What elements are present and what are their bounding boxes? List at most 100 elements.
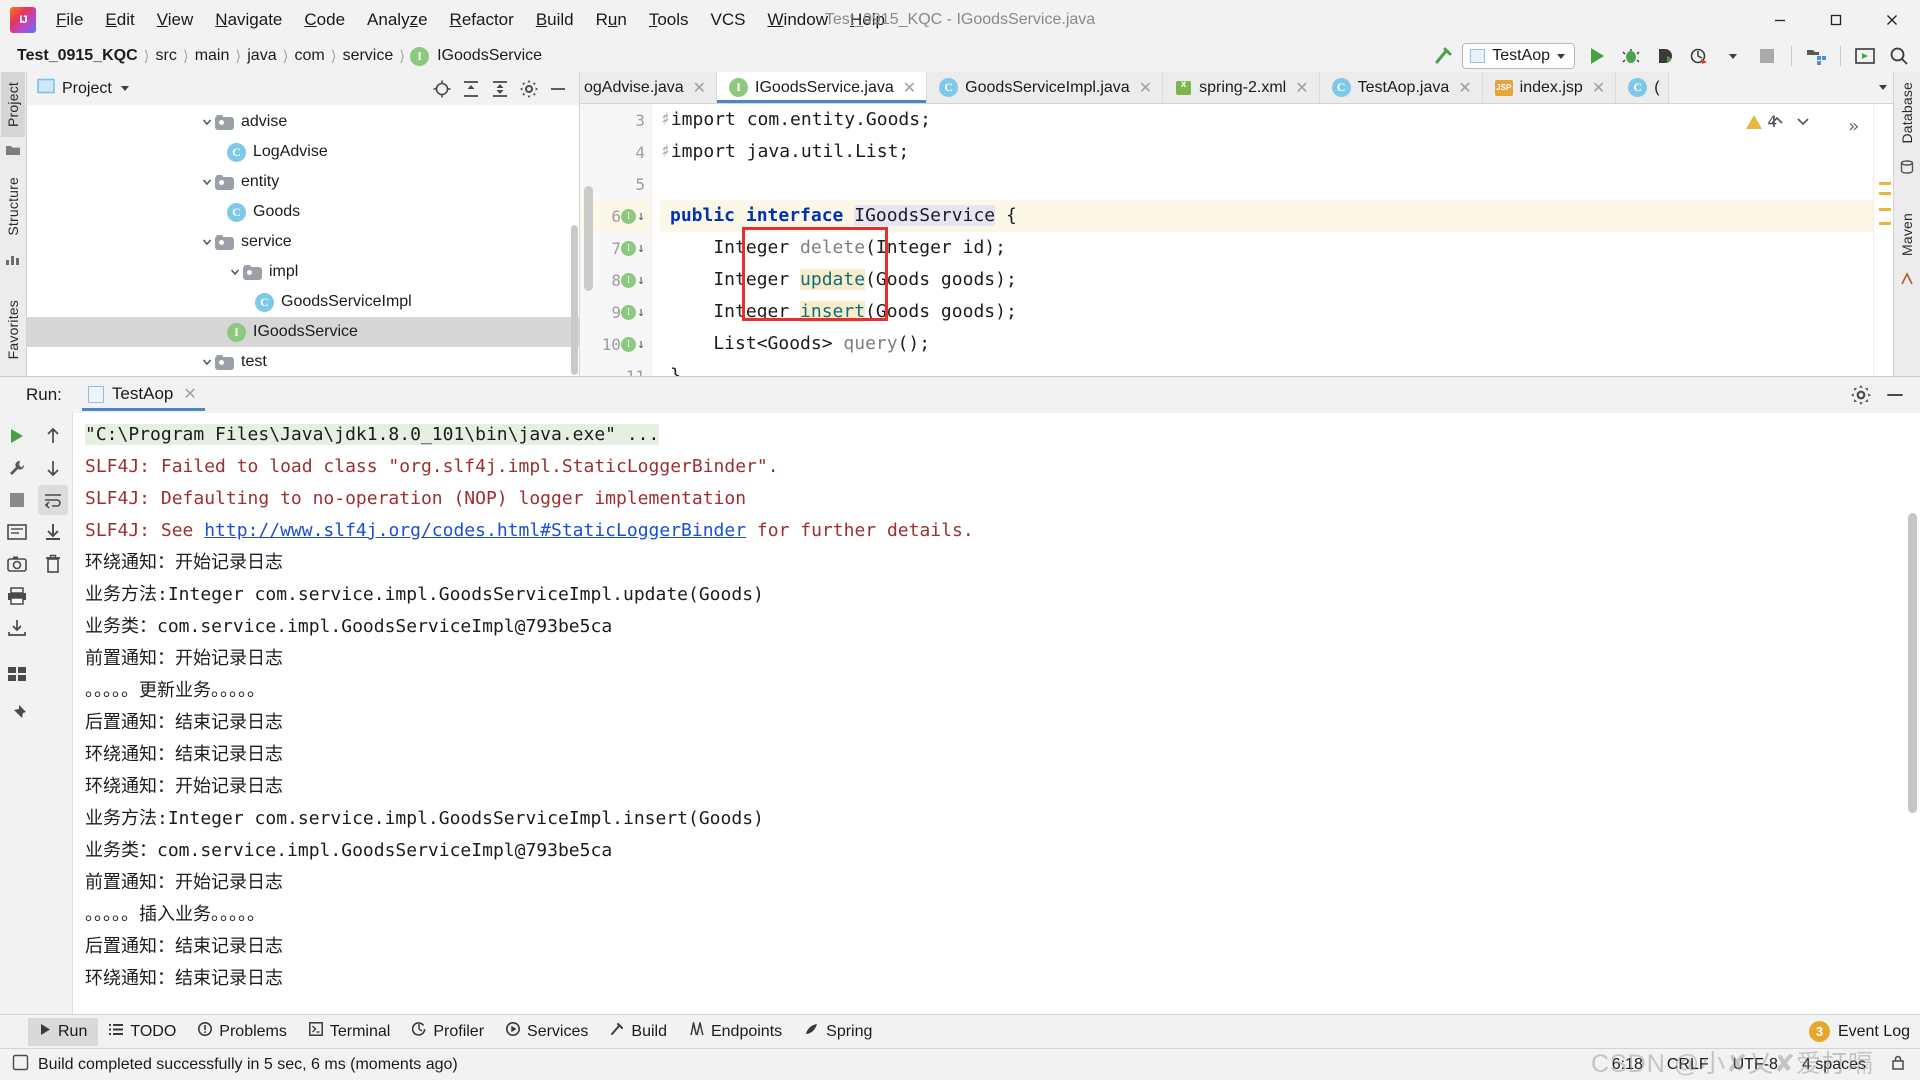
menu-code[interactable]: Code — [293, 6, 356, 34]
project-structure-button[interactable] — [1801, 43, 1831, 69]
console-output[interactable]: "C:\Program Files\Java\jdk1.8.0_101\bin\… — [73, 413, 1920, 1014]
line-separator[interactable]: CRLF — [1667, 1056, 1709, 1074]
chevron-down-icon[interactable] — [199, 234, 215, 250]
close-icon[interactable]: ✕ — [1137, 78, 1154, 98]
breadcrumb-java[interactable]: java — [244, 45, 279, 67]
debug-wrench-button[interactable] — [2, 453, 32, 483]
tab-spring-2-xml[interactable]: spring-2.xml ✕ — [1163, 72, 1320, 103]
warning-stripe-mark[interactable] — [1879, 182, 1891, 185]
tree-item-advise[interactable]: advise — [27, 107, 579, 137]
breadcrumb-service[interactable]: service — [340, 45, 397, 67]
breadcrumb-file[interactable]: IGoodsService — [434, 45, 545, 67]
tree-item-logadvise[interactable]: C LogAdvise — [27, 137, 579, 167]
menu-edit[interactable]: Edit — [94, 6, 145, 34]
tree-item-goodsserviceimpl[interactable]: C GoodsServiceImpl — [27, 287, 579, 317]
sidebar-item-project[interactable]: Project — [1, 72, 25, 137]
menu-run[interactable]: Run — [585, 6, 638, 34]
close-icon[interactable]: ✕ — [1590, 78, 1607, 98]
implemented-marker[interactable]: I ↓ — [621, 240, 645, 256]
menu-navigate[interactable]: Navigate — [204, 6, 293, 34]
tab-igoodsservice[interactable]: I IGoodsService.java ✕ — [717, 72, 928, 103]
tab-goodsserviceimpl[interactable]: C GoodsServiceImpl.java ✕ — [927, 72, 1164, 103]
breadcrumb-com[interactable]: com — [291, 45, 327, 67]
layout-button[interactable] — [2, 659, 32, 689]
chevron-down-icon[interactable] — [199, 114, 215, 130]
previous-problem-button[interactable] — [1765, 110, 1789, 132]
pin-button[interactable] — [2, 699, 32, 729]
menu-refactor[interactable]: Refactor — [439, 6, 525, 34]
tree-item-igoodsservice[interactable]: I IGoodsService — [27, 317, 579, 347]
rerun-button[interactable] — [2, 421, 32, 451]
toolwindow-profiler[interactable]: Profiler — [401, 1017, 495, 1046]
profile-dropdown-button[interactable] — [1718, 43, 1748, 69]
menu-window[interactable]: Window — [757, 6, 839, 34]
toolwindow-terminal[interactable]: Terminal — [298, 1017, 401, 1046]
stop-button[interactable] — [1752, 43, 1782, 69]
project-tree-scrollbar[interactable] — [571, 225, 578, 375]
indent-setting[interactable]: 4 spaces — [1802, 1056, 1866, 1074]
event-log-label[interactable]: Event Log — [1838, 1023, 1910, 1041]
file-encoding[interactable]: UTF-8 — [1733, 1056, 1778, 1074]
run-with-coverage-button[interactable] — [1650, 43, 1680, 69]
editor-gutter[interactable]: 3 4 5 6 I ↓ 7 I ↓ 8 I ↓ 9 I ↓ 10 I ↓ 11 — [580, 104, 652, 376]
maximize-button[interactable] — [1808, 0, 1864, 40]
toolwindow-todo[interactable]: TODO — [98, 1018, 187, 1046]
menu-view[interactable]: View — [146, 6, 205, 34]
profile-button[interactable] — [1684, 43, 1714, 69]
console-button[interactable] — [2, 517, 32, 547]
tree-item-test[interactable]: test — [27, 347, 579, 376]
error-stripe[interactable] — [1873, 104, 1893, 376]
breadcrumb-project[interactable]: Test_0915_KQC — [14, 45, 141, 67]
close-button[interactable] — [1864, 0, 1920, 40]
tab-overflow[interactable]: C ( — [1616, 72, 1669, 103]
toolwindow-build[interactable]: Build — [599, 1017, 678, 1046]
run-tab-testaop[interactable]: TestAop ✕ — [81, 379, 205, 411]
fold-marker-icon[interactable]: ♯ — [660, 109, 671, 130]
tab-index-jsp[interactable]: JSP index.jsp ✕ — [1482, 72, 1617, 103]
toolwindow-run[interactable]: Run — [28, 1017, 99, 1046]
settings-gear-icon[interactable] — [1848, 383, 1874, 407]
scroll-up-button[interactable] — [38, 421, 68, 451]
close-icon[interactable]: ✕ — [691, 78, 708, 98]
close-icon[interactable]: ✕ — [181, 384, 198, 404]
editor-more-button[interactable]: » — [1848, 116, 1859, 137]
tree-item-entity[interactable]: entity — [27, 167, 579, 197]
locate-icon[interactable] — [429, 77, 455, 101]
hide-icon[interactable] — [545, 77, 571, 101]
stop-button[interactable] — [2, 485, 32, 515]
project-tree[interactable]: advise C LogAdvise entity C Goods servic… — [27, 105, 579, 376]
fold-marker-icon[interactable]: ♯ — [660, 141, 671, 162]
run-button[interactable] — [1582, 43, 1612, 69]
expand-all-icon[interactable] — [458, 77, 484, 101]
close-icon[interactable]: ✕ — [1456, 78, 1473, 98]
minimize-button[interactable] — [1752, 0, 1808, 40]
status-message[interactable]: Build completed successfully in 5 sec, 6… — [38, 1056, 458, 1074]
menu-vcs[interactable]: VCS — [700, 6, 757, 34]
run-configuration-selector[interactable]: TestAop — [1462, 43, 1575, 69]
search-everywhere-button[interactable] — [1884, 43, 1914, 69]
chevron-down-icon[interactable] — [120, 86, 129, 91]
sidebar-item-database[interactable]: Database — [1895, 72, 1919, 154]
toolwindow-endpoints[interactable]: Endpoints — [678, 1017, 793, 1046]
hide-icon[interactable] — [1882, 383, 1908, 407]
tab-testaop[interactable]: C TestAop.java ✕ — [1319, 72, 1483, 103]
implemented-marker[interactable]: I ↓ — [621, 208, 645, 224]
debug-button[interactable] — [1616, 43, 1646, 69]
settings-gear-icon[interactable] — [516, 77, 542, 101]
toolwindow-problems[interactable]: Problems — [187, 1017, 298, 1046]
implemented-marker[interactable]: I ↓ — [621, 272, 645, 288]
breadcrumb-main[interactable]: main — [192, 45, 233, 67]
chevron-down-icon[interactable] — [227, 264, 243, 280]
print-button[interactable] — [2, 581, 32, 611]
menu-tools[interactable]: Tools — [638, 6, 700, 34]
build-project-button[interactable] — [1428, 43, 1458, 69]
toolwindow-spring[interactable]: Spring — [793, 1017, 883, 1046]
warning-stripe-mark[interactable] — [1879, 192, 1891, 195]
implemented-marker[interactable]: I ↓ — [621, 336, 645, 352]
lock-icon[interactable] — [1890, 1054, 1906, 1076]
menu-build[interactable]: Build — [525, 6, 585, 34]
next-problem-button[interactable] — [1791, 110, 1815, 132]
sidebar-item-favorites[interactable]: Favorites — [1, 290, 25, 369]
tree-item-goods[interactable]: C Goods — [27, 197, 579, 227]
tab-logadvise[interactable]: ogAdvise.java ✕ — [580, 72, 718, 103]
